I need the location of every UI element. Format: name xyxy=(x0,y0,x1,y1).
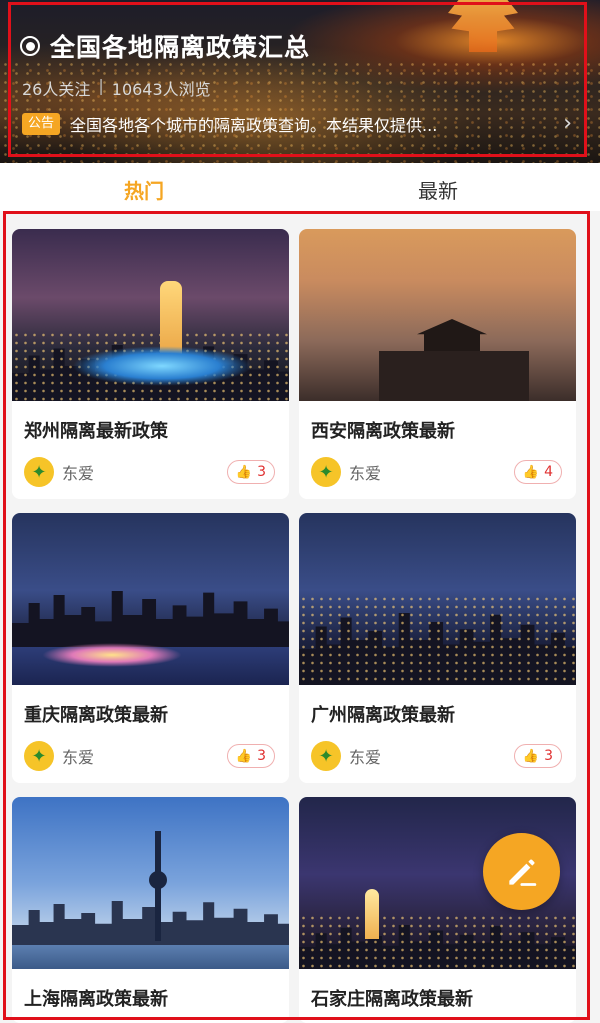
like-count: 3 xyxy=(257,748,266,764)
like-button[interactable]: 👍 3 xyxy=(513,744,562,768)
like-count: 4 xyxy=(544,464,553,480)
card-author[interactable]: ✦ 东爱 xyxy=(311,741,381,771)
thumbs-up-icon: 👍 xyxy=(235,748,253,764)
post-card[interactable]: 重庆隔离政策最新 ✦ 东爱 👍 3 xyxy=(12,513,289,783)
tab-hot[interactable]: 热门 xyxy=(124,175,164,204)
card-author[interactable]: ✦ 东爱 xyxy=(311,457,381,487)
avatar: ✦ xyxy=(311,457,341,487)
topic-header-banner: 全国各地隔离政策汇总 26人关注 | 10643人浏览 公告 全国各地各个城市的… xyxy=(0,0,600,163)
post-card[interactable]: 石家庄隔离政策最新 xyxy=(299,797,576,1023)
card-title: 广州隔离政策最新 xyxy=(311,705,455,726)
card-title: 重庆隔离政策最新 xyxy=(24,705,168,726)
post-card[interactable]: 上海隔离政策最新 xyxy=(12,797,289,1023)
thumbs-up-icon: 👍 xyxy=(522,748,540,764)
avatar: ✦ xyxy=(311,741,341,771)
card-author[interactable]: ✦ 东爱 xyxy=(24,741,94,771)
author-name: 东爱 xyxy=(349,748,382,767)
author-name: 东爱 xyxy=(62,464,95,483)
avatar: ✦ xyxy=(24,741,54,771)
post-card[interactable]: 广州隔离政策最新 ✦ 东爱 👍 3 xyxy=(299,513,576,783)
pencil-edit-icon xyxy=(508,858,536,886)
tab-latest[interactable]: 最新 xyxy=(418,175,458,204)
thumbs-up-icon: 👍 xyxy=(522,464,540,480)
author-name: 东爱 xyxy=(349,464,382,483)
avatar: ✦ xyxy=(24,457,54,487)
feed-tabs: 热门 最新 xyxy=(0,163,600,211)
card-title: 石家庄隔离政策最新 xyxy=(311,989,473,1010)
card-cover-image xyxy=(12,229,289,401)
like-button[interactable]: 👍 3 xyxy=(226,460,275,484)
thumbs-up-icon: 👍 xyxy=(235,464,253,480)
card-title: 上海隔离政策最新 xyxy=(24,989,168,1010)
post-card[interactable]: 西安隔离政策最新 ✦ 东爱 👍 4 xyxy=(299,229,576,499)
card-cover-image xyxy=(299,513,576,685)
like-button[interactable]: 👍 3 xyxy=(226,744,275,768)
like-button[interactable]: 👍 4 xyxy=(513,460,562,484)
like-count: 3 xyxy=(544,748,553,764)
like-count: 3 xyxy=(257,464,266,480)
card-cover-image xyxy=(299,229,576,401)
compose-fab[interactable] xyxy=(483,833,560,910)
post-card[interactable]: 郑州隔离最新政策 ✦ 东爱 👍 3 xyxy=(12,229,289,499)
card-cover-image xyxy=(12,513,289,685)
highlight-box-header xyxy=(8,2,587,157)
card-title: 郑州隔离最新政策 xyxy=(24,421,168,442)
card-title: 西安隔离政策最新 xyxy=(311,421,455,442)
author-name: 东爱 xyxy=(62,748,95,767)
card-cover-image xyxy=(12,797,289,969)
card-author[interactable]: ✦ 东爱 xyxy=(24,457,94,487)
